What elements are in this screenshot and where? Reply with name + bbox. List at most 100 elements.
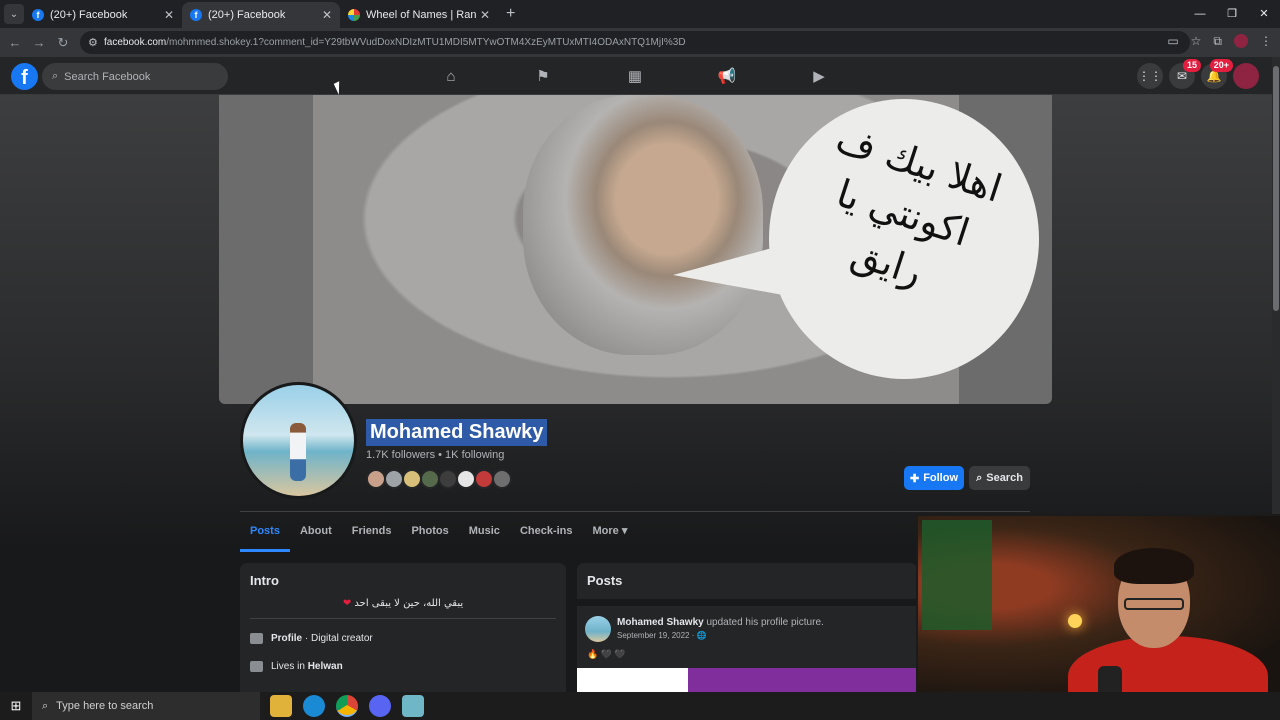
post-date[interactable]: September 19, 2022 · 🌐 bbox=[617, 631, 707, 640]
post-header: Mohamed Shawky updated his profile pictu… bbox=[617, 617, 824, 628]
taskbar-search-input[interactable]: ⌕ Type here to search bbox=[32, 692, 260, 720]
browser-tab-3[interactable]: Wheel of Names | Random nan ✕ bbox=[340, 2, 498, 28]
discord-icon[interactable] bbox=[369, 695, 391, 717]
follower-avatar[interactable] bbox=[420, 469, 440, 489]
cover-photo[interactable]: اهلا بيك ف اكونتي يا رايق bbox=[219, 95, 1052, 404]
close-tab-icon[interactable]: ✕ bbox=[164, 8, 174, 22]
tab-more[interactable]: More ▾ bbox=[583, 512, 638, 552]
streamer-glasses bbox=[1124, 598, 1184, 610]
video-icon[interactable]: ▶ bbox=[809, 67, 829, 87]
edge-browser-icon[interactable] bbox=[303, 695, 325, 717]
minimize-icon[interactable]: — bbox=[1184, 0, 1216, 28]
scrollbar-thumb[interactable] bbox=[1273, 66, 1279, 311]
follower-avatar[interactable] bbox=[402, 469, 422, 489]
ads-megaphone-icon[interactable]: 📢 bbox=[717, 67, 737, 87]
follow-icon: ✚ bbox=[909, 472, 920, 485]
posts-title: Posts bbox=[587, 573, 623, 588]
lives-city[interactable]: Helwan bbox=[308, 661, 343, 672]
facebook-logo-icon[interactable]: f bbox=[11, 63, 38, 90]
restore-icon[interactable]: ❐ bbox=[1216, 0, 1248, 28]
posts-divider bbox=[577, 599, 917, 606]
notifications-bell-icon[interactable]: 🔔 20+ bbox=[1201, 59, 1233, 89]
home-icon bbox=[250, 661, 263, 672]
browser-tab-1[interactable]: f (20+) Facebook ✕ bbox=[24, 2, 182, 28]
account-avatar[interactable] bbox=[1233, 63, 1259, 89]
follower-avatar[interactable] bbox=[456, 469, 476, 489]
tab-search-icon[interactable]: ⌄ bbox=[4, 4, 24, 24]
messenger-icon[interactable]: ✉ 15 bbox=[1169, 59, 1201, 89]
facebook-favicon-icon: f bbox=[32, 9, 44, 21]
post-author[interactable]: Mohamed Shawky bbox=[617, 617, 704, 628]
tab-friends[interactable]: Friends bbox=[342, 512, 402, 552]
speech-bubble-tail bbox=[673, 245, 783, 295]
bio-text: ❤ يبقي الله، حين لا يبقى احد bbox=[240, 598, 566, 609]
intro-divider bbox=[250, 618, 556, 619]
tab-title: Wheel of Names | Random nan bbox=[366, 9, 476, 21]
chrome-browser-icon[interactable] bbox=[336, 695, 358, 717]
tab-music[interactable]: Music bbox=[459, 512, 510, 552]
wheel-favicon-icon bbox=[348, 9, 360, 21]
url-input[interactable]: ⚙ facebook.com/mohmmed.shokey.1?comment_… bbox=[80, 31, 1190, 54]
site-info-icon[interactable]: ⚙ bbox=[88, 36, 98, 49]
back-icon[interactable]: ← bbox=[3, 35, 27, 50]
bio-content: يبقي الله، حين لا يبقى احد bbox=[354, 598, 464, 609]
tab-title: (20+) Facebook bbox=[208, 9, 286, 21]
browser-menu-icon[interactable]: ⋮ bbox=[1260, 34, 1272, 49]
follower-avatar[interactable] bbox=[492, 469, 512, 489]
menu-grid-icon[interactable]: ⋮⋮ bbox=[1137, 63, 1163, 89]
follow-button[interactable]: ✚ Follow bbox=[904, 466, 964, 490]
person-figure bbox=[290, 423, 306, 481]
dashboard-icon[interactable]: ▦ bbox=[625, 67, 645, 87]
file-explorer-icon[interactable] bbox=[270, 695, 292, 717]
reload-icon[interactable]: ↻ bbox=[51, 35, 75, 51]
windows-taskbar: ⊞ ⌕ Type here to search bbox=[0, 692, 1280, 720]
extensions-icon[interactable]: ⧉ bbox=[1213, 34, 1222, 49]
cast-icon[interactable]: ▭ bbox=[1167, 34, 1178, 49]
close-tab-icon[interactable]: ✕ bbox=[480, 8, 490, 22]
profile-picture[interactable] bbox=[240, 382, 357, 499]
tab-about[interactable]: About bbox=[290, 512, 342, 552]
followers-count[interactable]: 1.7K followers • 1K following bbox=[366, 449, 504, 461]
profile-category: · Digital creator bbox=[304, 633, 373, 644]
microphone bbox=[1098, 666, 1122, 692]
pages-flag-icon[interactable]: ⚑ bbox=[533, 67, 553, 87]
new-tab-icon[interactable]: + bbox=[506, 5, 515, 23]
browser-tab-2[interactable]: f (20+) Facebook ✕ bbox=[182, 2, 340, 28]
follower-avatar[interactable] bbox=[438, 469, 458, 489]
webcam-overlay bbox=[916, 514, 1280, 692]
follower-avatar[interactable] bbox=[366, 469, 386, 489]
search-label: Search bbox=[986, 472, 1023, 484]
facebook-search-input[interactable]: ⌕ Search Facebook bbox=[42, 63, 228, 90]
facebook-favicon-icon: f bbox=[190, 9, 202, 21]
profile-label: Profile bbox=[271, 633, 303, 644]
follower-avatar[interactable] bbox=[384, 469, 404, 489]
post-reactions: 🔥 🖤 🖤 bbox=[587, 649, 626, 659]
forward-icon[interactable]: → bbox=[27, 35, 51, 50]
tab-photos[interactable]: Photos bbox=[401, 512, 458, 552]
follower-avatars bbox=[366, 469, 512, 489]
tab-checkins[interactable]: Check-ins bbox=[510, 512, 583, 552]
home-icon[interactable]: ⌂ bbox=[441, 67, 461, 87]
close-tab-icon[interactable]: ✕ bbox=[322, 8, 332, 22]
post-action: updated his profile picture. bbox=[706, 617, 824, 628]
background-monitor bbox=[922, 520, 992, 630]
cover-image: اهلا بيك ف اكونتي يا رايق bbox=[313, 95, 1039, 404]
caret-down-icon: ▾ bbox=[621, 525, 628, 537]
browser-tab-bar: ⌄ f (20+) Facebook ✕ f (20+) Facebook ✕ … bbox=[0, 0, 1280, 28]
close-window-icon[interactable]: ✕ bbox=[1248, 0, 1280, 28]
notifications-badge: 20+ bbox=[1209, 59, 1233, 72]
follower-avatar[interactable] bbox=[474, 469, 494, 489]
heart-icon: ❤ bbox=[342, 598, 352, 609]
profile-name-selection: Mohamed Shawky bbox=[366, 419, 548, 446]
bookmark-star-icon[interactable]: ☆ bbox=[1191, 34, 1202, 49]
windows-start-icon[interactable]: ⊞ bbox=[0, 698, 32, 714]
intro-title: Intro bbox=[250, 573, 279, 588]
profile-search-button[interactable]: ⌕ Search bbox=[969, 466, 1030, 490]
browser-profile-avatar[interactable] bbox=[1234, 34, 1248, 48]
post-author-avatar[interactable] bbox=[585, 616, 611, 642]
notes-app-icon[interactable] bbox=[402, 695, 424, 717]
search-icon: ⌕ bbox=[42, 699, 49, 712]
posts-card: Posts Mohamed Shawky updated his profile… bbox=[577, 563, 917, 703]
url-path: /mohmmed.shokey.1?comment_id=Y29tbWVudDo… bbox=[166, 37, 686, 48]
tab-posts[interactable]: Posts bbox=[240, 512, 290, 552]
